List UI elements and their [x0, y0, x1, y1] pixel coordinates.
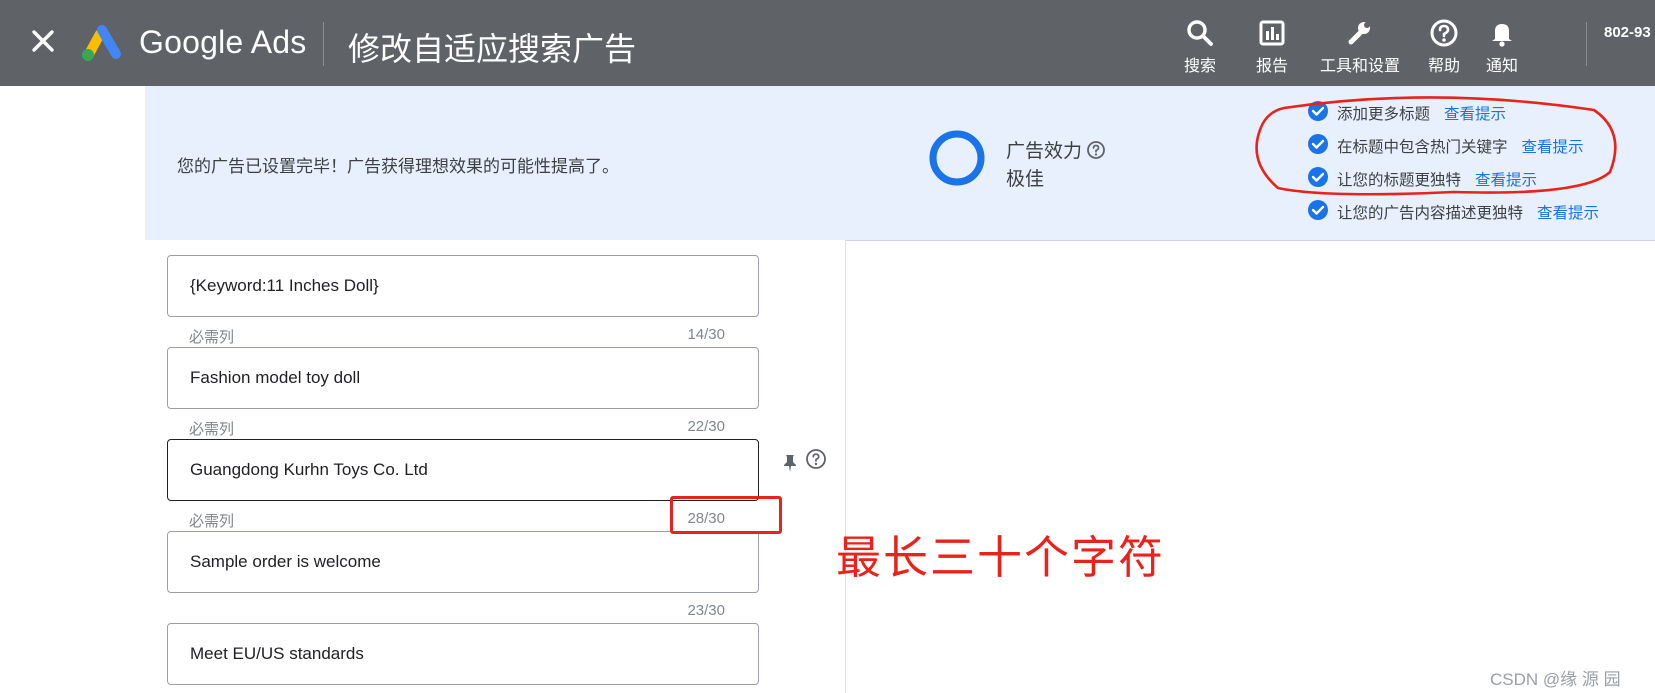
search-icon [1187, 20, 1213, 46]
headline-meta: 必需列 22/30 [167, 418, 725, 438]
help-circle-icon[interactable] [805, 448, 827, 470]
tool-label: 通知 [1485, 58, 1518, 75]
annotation-text: 最长三十个字符 [836, 532, 1166, 583]
tool-label: 工具和设置 [1320, 58, 1401, 75]
tip-text: 让您的广告内容描述更独特 [1337, 205, 1524, 222]
headline-meta: 必需列 14/30 [167, 326, 725, 346]
char-count: 14/30 [687, 326, 725, 343]
help-tool-button[interactable]: 帮助 [1412, 18, 1476, 80]
pin-icon[interactable] [779, 452, 801, 474]
headline-input[interactable]: {Keyword:11 Inches Doll} [167, 255, 759, 317]
close-icon[interactable] [28, 26, 58, 56]
headline-input[interactable]: Meet EU/US standards [167, 623, 759, 685]
header-divider [1586, 22, 1587, 66]
annotation-highlight-box [670, 496, 782, 534]
reports-icon [1259, 20, 1285, 46]
page-title: 修改自适应搜索广告 [348, 31, 637, 67]
headline-input[interactable]: Fashion model toy doll [167, 347, 759, 409]
help-icon [1430, 19, 1458, 47]
tool-label: 搜索 [1183, 58, 1216, 75]
ads-editor-page: Google Ads 修改自适应搜索广告 搜索 报告 工具和设置 帮助 通知 8… [0, 0, 1655, 693]
reports-tool-button[interactable]: 报告 [1240, 18, 1304, 80]
google-ads-logo-icon [80, 22, 124, 62]
headline-value: Fashion model toy doll [190, 368, 361, 387]
char-count: 22/30 [687, 418, 725, 435]
headlines-form: {Keyword:11 Inches Doll} 必需列 14/30 Fashi… [145, 240, 846, 693]
account-id[interactable]: 802-93 [1604, 24, 1651, 41]
banner-message: 您的广告已设置完毕！广告获得理想效果的可能性提高了。 [177, 157, 619, 176]
ad-strength-label: 广告效力 [1006, 136, 1106, 166]
notifications-button[interactable]: 通知 [1470, 18, 1534, 80]
header-divider [323, 22, 324, 66]
required-label: 必需列 [189, 329, 235, 346]
headline-value: Guangdong Kurhn Toys Co. Ltd [190, 460, 428, 479]
top-app-bar: Google Ads 修改自适应搜索广告 搜索 报告 工具和设置 帮助 通知 8… [0, 0, 1655, 86]
required-label: 必需列 [189, 421, 235, 438]
annotation-ellipse [1255, 96, 1617, 196]
headline-value: Sample order is welcome [190, 552, 381, 571]
left-gutter [0, 86, 146, 693]
headline-input[interactable]: Guangdong Kurhn Toys Co. Ltd [167, 439, 759, 501]
watermark: CSDN @缘 源 园 [1490, 670, 1621, 689]
bell-icon [1492, 24, 1512, 47]
search-tool-button[interactable]: 搜索 [1168, 18, 1232, 80]
required-label: 必需列 [189, 513, 235, 530]
ad-strength-ring-icon [929, 130, 985, 186]
headline-value: {Keyword:11 Inches Doll} [190, 276, 379, 295]
check-circle-icon [1308, 200, 1328, 220]
tool-label: 帮助 [1427, 58, 1460, 75]
headline-value: Meet EU/US standards [190, 644, 364, 663]
help-circle-icon[interactable] [1086, 140, 1106, 166]
tool-label: 报告 [1255, 58, 1288, 75]
view-tips-link[interactable]: 查看提示 [1537, 205, 1599, 222]
headline-input[interactable]: Sample order is welcome [167, 531, 759, 593]
app-name: Google Ads [139, 24, 307, 60]
char-count: 23/30 [687, 602, 725, 619]
wrench-icon [1348, 22, 1370, 45]
headline-meta: 23/30 [167, 602, 725, 622]
ad-strength-label-text: 广告效力 [1006, 141, 1083, 162]
tools-settings-button[interactable]: 工具和设置 [1320, 18, 1400, 80]
ad-strength-value: 极佳 [1006, 169, 1045, 190]
headline-meta: 必需列 28/30 [167, 510, 725, 530]
